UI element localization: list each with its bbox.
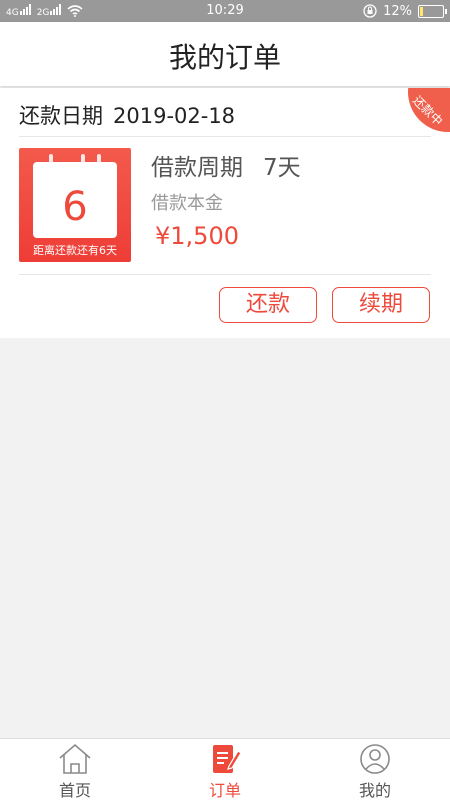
tab-home[interactable]: 首页 [0, 739, 150, 801]
due-date-label: 还款日期 [19, 104, 103, 128]
tab-profile-label: 我的 [358, 781, 391, 800]
home-icon [59, 743, 91, 774]
loan-period-label: 借款周期 [151, 155, 243, 181]
tab-orders-label: 订单 [208, 781, 241, 800]
tab-profile[interactable]: 我的 [300, 739, 450, 801]
order-card[interactable]: 还款中 还款日期 2019-02-18 6 距离还款还有6天 借款周期 7天 借款本… [0, 88, 450, 338]
page-title: 我的订单 [168, 41, 281, 74]
tab-orders[interactable]: 订单 [150, 739, 300, 801]
repay-button[interactable]: 还款 [219, 287, 317, 323]
loan-period-value: 7天 [263, 155, 301, 181]
renew-button[interactable]: 续期 [332, 287, 430, 323]
days-remaining-number: 6 [62, 184, 88, 230]
loan-period: 借款周期 7天 [151, 148, 301, 182]
battery-icon [418, 4, 447, 18]
order-icon [213, 745, 242, 773]
divider [19, 274, 431, 275]
battery-percent: 12% [383, 3, 412, 19]
divider [19, 136, 431, 137]
app-header: 我的订单 [0, 22, 450, 86]
principal-label: 借款本金 [151, 193, 223, 214]
status-bar: 4G 2G 10:29 12% [0, 0, 450, 22]
bottom-tab-bar: 首页 订单 我的 [0, 738, 450, 801]
calendar-ring-icon [97, 154, 101, 168]
rotation-lock-icon [363, 4, 377, 18]
due-date-value: 2019-02-18 [113, 104, 236, 128]
calendar-ring-icon [81, 154, 85, 168]
calendar-ring-icon [49, 154, 53, 168]
countdown-calendar: 6 距离还款还有6天 [19, 148, 131, 262]
status-right: 12% [363, 3, 447, 19]
days-remaining-caption: 距离还款还有6天 [33, 244, 117, 257]
profile-icon [360, 744, 390, 774]
due-date-row: 还款日期 2019-02-18 [19, 100, 235, 130]
tab-home-label: 首页 [58, 781, 91, 800]
principal-amount: ¥1,500 [155, 222, 239, 250]
